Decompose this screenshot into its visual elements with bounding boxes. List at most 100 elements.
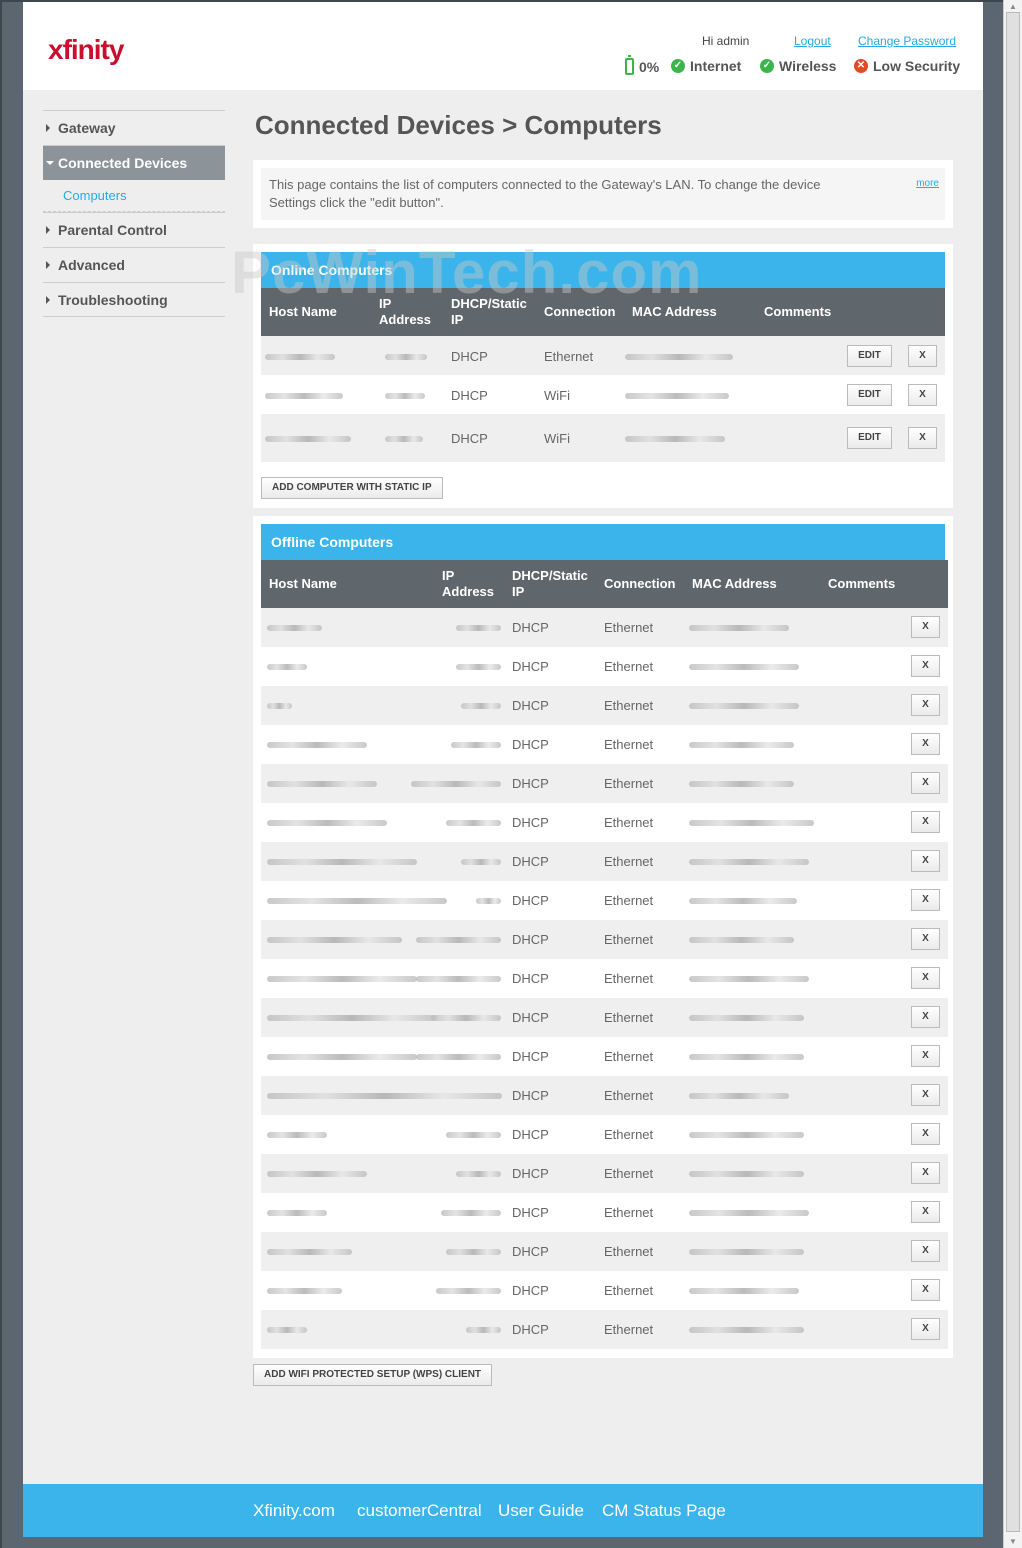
dhcp-cell: DHCP	[512, 854, 549, 869]
redacted-host	[267, 1132, 327, 1138]
table-row: DHCP Ethernet X	[261, 1193, 948, 1232]
redacted-ip	[461, 859, 501, 865]
redacted-host	[267, 1327, 307, 1333]
delete-button[interactable]: X	[911, 889, 940, 911]
table-row: DHCP WiFi EDIT X	[261, 414, 945, 462]
dhcp-cell: DHCP	[512, 1049, 549, 1064]
redacted-ip	[456, 1171, 501, 1177]
scrollbar-thumb[interactable]	[1006, 12, 1020, 1532]
delete-button[interactable]: X	[911, 1045, 940, 1067]
connection-cell: Ethernet	[604, 1322, 654, 1337]
redacted-mac	[689, 1171, 804, 1177]
scroll-down-icon[interactable]: ▼	[1009, 1537, 1017, 1546]
delete-button[interactable]: X	[911, 811, 940, 833]
delete-button[interactable]: X	[911, 967, 940, 989]
table-row: DHCP Ethernet X	[261, 686, 948, 725]
redacted-host	[267, 742, 367, 748]
internet-status: ✓ Internet	[671, 58, 741, 74]
delete-button[interactable]: X	[911, 850, 940, 872]
delete-button[interactable]: X	[911, 1084, 940, 1106]
dhcp-cell: DHCP	[512, 620, 549, 635]
watermark: PcWinTech.com	[231, 239, 703, 306]
footer-link-xfinity[interactable]: Xfinity.com	[253, 1501, 335, 1521]
sidebar-item-parental-control[interactable]: Parental Control	[43, 212, 225, 247]
scrollbar[interactable]: ▲ ▼	[1003, 0, 1022, 1548]
delete-button[interactable]: X	[908, 345, 937, 367]
connection-cell: Ethernet	[604, 1088, 654, 1103]
battery-status: 0%	[625, 55, 659, 75]
delete-button[interactable]: X	[911, 1123, 940, 1145]
delete-button[interactable]: X	[911, 1318, 940, 1340]
redacted-ip	[461, 703, 501, 709]
footer-link-cm-status[interactable]: CM Status Page	[602, 1501, 726, 1521]
delete-button[interactable]: X	[908, 384, 937, 406]
redacted-mac	[689, 1093, 789, 1099]
sidebar-item-connected-devices[interactable]: Connected Devices	[43, 145, 225, 180]
connection-cell: Ethernet	[544, 349, 594, 364]
delete-button[interactable]: X	[911, 1240, 940, 1262]
delete-button[interactable]: X	[911, 928, 940, 950]
change-password-link[interactable]: Change Password	[858, 34, 956, 48]
delete-button[interactable]: X	[911, 733, 940, 755]
connection-cell: Ethernet	[604, 1127, 654, 1142]
scroll-up-icon[interactable]: ▲	[1009, 2, 1017, 11]
delete-button[interactable]: X	[908, 427, 937, 449]
security-status: ✕ Low Security	[854, 58, 960, 74]
redacted-ip	[416, 937, 501, 943]
dhcp-cell: DHCP	[512, 1010, 549, 1025]
add-wps-client-button[interactable]: ADD WIFI PROTECTED SETUP (WPS) CLIENT	[253, 1364, 493, 1386]
delete-button[interactable]: X	[911, 1006, 940, 1028]
redacted-mac	[689, 976, 809, 982]
edit-button[interactable]: EDIT	[847, 345, 892, 367]
offline-table-header: Host Name IP Address DHCP/Static IP Conn…	[261, 560, 948, 608]
dhcp-cell: DHCP	[512, 1283, 549, 1298]
edit-button[interactable]: EDIT	[847, 427, 892, 449]
redacted-host	[267, 859, 417, 865]
sidebar-item-gateway[interactable]: Gateway	[43, 110, 225, 145]
table-row: DHCP Ethernet X	[261, 803, 948, 842]
dhcp-cell: DHCP	[512, 1127, 549, 1142]
info-box: This page contains the list of computers…	[253, 160, 953, 228]
add-static-ip-button[interactable]: ADD COMPUTER WITH STATIC IP	[261, 477, 443, 499]
delete-button[interactable]: X	[911, 1279, 940, 1301]
footer-link-user-guide[interactable]: User Guide	[498, 1501, 584, 1521]
redacted-ip	[446, 1249, 501, 1255]
table-row: DHCP Ethernet X	[261, 725, 948, 764]
delete-button[interactable]: X	[911, 772, 940, 794]
connection-cell: Ethernet	[604, 737, 654, 752]
footer-link-customercentral[interactable]: customerCentral	[357, 1501, 482, 1521]
redacted-host	[267, 664, 307, 670]
xfinity-logo[interactable]: xfinity	[48, 34, 124, 66]
delete-button[interactable]: X	[911, 1162, 940, 1184]
redacted-host	[267, 703, 292, 709]
arrow-right-icon	[46, 296, 50, 304]
check-icon: ✓	[760, 59, 774, 73]
sidebar-item-label: Gateway	[58, 120, 116, 136]
edit-button[interactable]: EDIT	[847, 384, 892, 406]
redacted-ip	[446, 1132, 501, 1138]
sidebar-item-advanced[interactable]: Advanced	[43, 247, 225, 282]
delete-button[interactable]: X	[911, 694, 940, 716]
redacted-host	[267, 1093, 502, 1099]
more-link[interactable]: more	[916, 178, 939, 189]
redacted-ip	[436, 1288, 501, 1294]
delete-button[interactable]: X	[911, 1201, 940, 1223]
redacted-ip	[385, 436, 423, 442]
connection-cell: Ethernet	[604, 620, 654, 635]
table-row: DHCP Ethernet X	[261, 1115, 948, 1154]
dhcp-cell: DHCP	[512, 893, 549, 908]
dhcp-cell: DHCP	[451, 431, 488, 446]
sidebar-item-troubleshooting[interactable]: Troubleshooting	[43, 282, 225, 317]
col-connection: Connection	[604, 576, 676, 591]
footer: Xfinity.com customerCentral User Guide C…	[23, 1484, 983, 1537]
delete-button[interactable]: X	[911, 655, 940, 677]
redacted-ip	[416, 976, 501, 982]
sidebar-subitem-computers[interactable]: Computers	[43, 180, 225, 212]
redacted-host	[267, 1288, 342, 1294]
connection-cell: Ethernet	[604, 932, 654, 947]
page-title: Connected Devices > Computers	[255, 110, 662, 140]
delete-button[interactable]: X	[911, 616, 940, 638]
table-row: DHCP Ethernet X	[261, 842, 948, 881]
logout-link[interactable]: Logout	[794, 34, 831, 48]
table-row: DHCP Ethernet X	[261, 1037, 948, 1076]
